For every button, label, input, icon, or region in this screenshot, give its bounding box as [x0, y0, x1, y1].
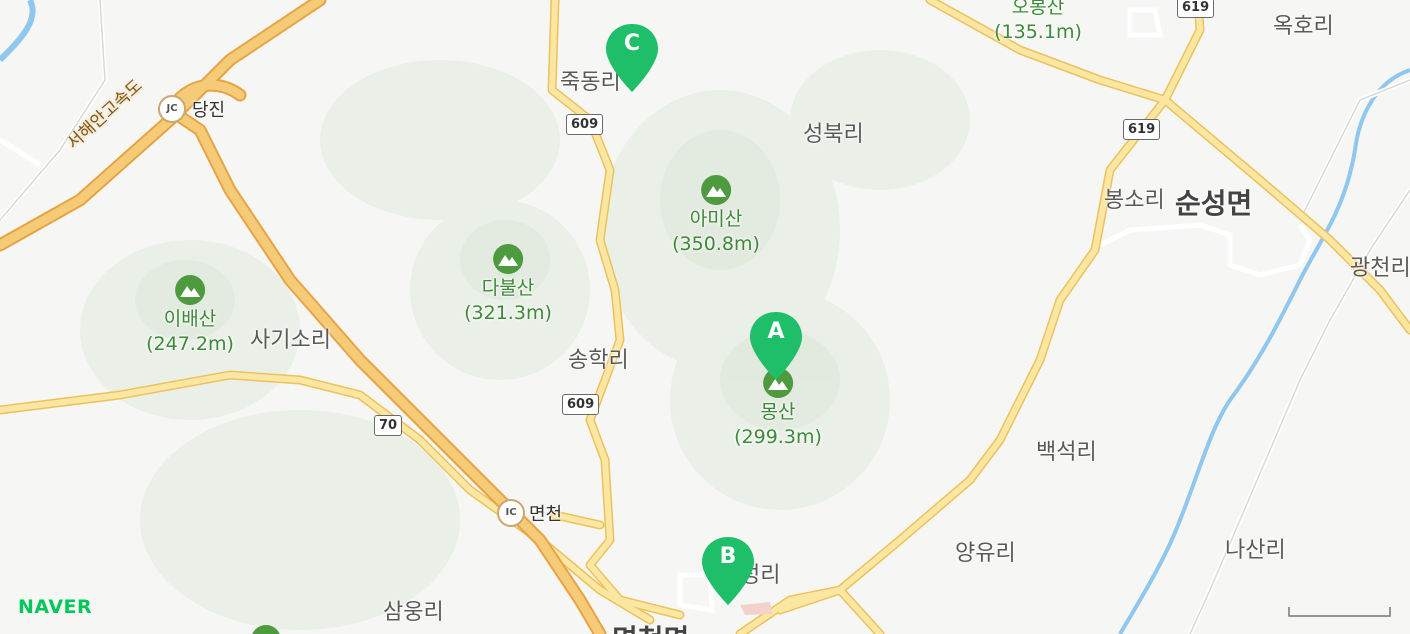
town-label: 면천면: [612, 618, 689, 634]
mountain-label: 이배산 (247.2m): [146, 274, 234, 357]
town-label: 순성면: [1175, 187, 1253, 220]
mountain-label: 다불산 (321.3m): [464, 243, 552, 326]
mountain-name: 이배산: [163, 308, 217, 330]
village-label: 백석리: [1036, 440, 1097, 465]
mountain-label: 오봉산 (135.1m): [994, 0, 1082, 45]
scale-bar: [1288, 607, 1391, 617]
map-canvas[interactable]: 서해안고속도 JC 당진 IC 면천 609 609 619 619 70 죽동…: [0, 0, 1410, 634]
village-label: 광천리: [1350, 256, 1410, 281]
naver-logo[interactable]: NAVER: [18, 596, 92, 618]
mountain-icon: [700, 175, 731, 205]
mountain-name: 오봉산: [1011, 0, 1065, 18]
mountain-label: 아미산 (350.8m): [672, 174, 760, 257]
village-label: 양유리: [955, 541, 1016, 566]
marker-a[interactable]: A: [748, 310, 804, 382]
marker-b[interactable]: B: [700, 535, 756, 607]
mountain-height: (321.3m): [464, 302, 552, 324]
village-label: 성북리: [803, 122, 864, 147]
mountain-height: (299.3m): [734, 426, 822, 448]
junction-badge: JC: [158, 95, 186, 123]
village-label: 삼웅리: [383, 600, 444, 625]
village-label: 송학리: [568, 348, 629, 373]
village-label: 옥호리: [1273, 14, 1334, 39]
marker-letter: B: [719, 544, 737, 569]
junction-label-dangjin: 당진: [192, 100, 226, 121]
interchange-badge: IC: [497, 499, 525, 527]
marker-letter: A: [767, 319, 785, 344]
mountain-icon: [492, 244, 523, 274]
marker-letter: C: [623, 31, 641, 56]
mountain-icon: [174, 275, 205, 305]
village-label: 나산리: [1225, 538, 1286, 563]
mountain-height: (350.8m): [672, 233, 760, 255]
interchange-label-myeoncheon: 면천: [529, 504, 563, 525]
route-shield-609: 609: [566, 114, 604, 135]
marker-c[interactable]: C: [604, 22, 660, 94]
route-shield-619: 619: [1177, 0, 1215, 18]
route-shield-619: 619: [1123, 119, 1161, 140]
mountain-height: (247.2m): [146, 333, 234, 355]
mountain-name: 몽산: [760, 401, 796, 423]
route-shield-70: 70: [374, 415, 403, 436]
village-label: 봉소리: [1104, 188, 1165, 213]
village-label: 사기소리: [250, 328, 331, 353]
route-shield-609: 609: [562, 394, 600, 415]
mountain-icon: [252, 625, 280, 634]
mountain-name: 다불산: [481, 277, 535, 299]
mountain-height: (135.1m): [994, 21, 1082, 43]
mountain-name: 아미산: [689, 208, 743, 230]
